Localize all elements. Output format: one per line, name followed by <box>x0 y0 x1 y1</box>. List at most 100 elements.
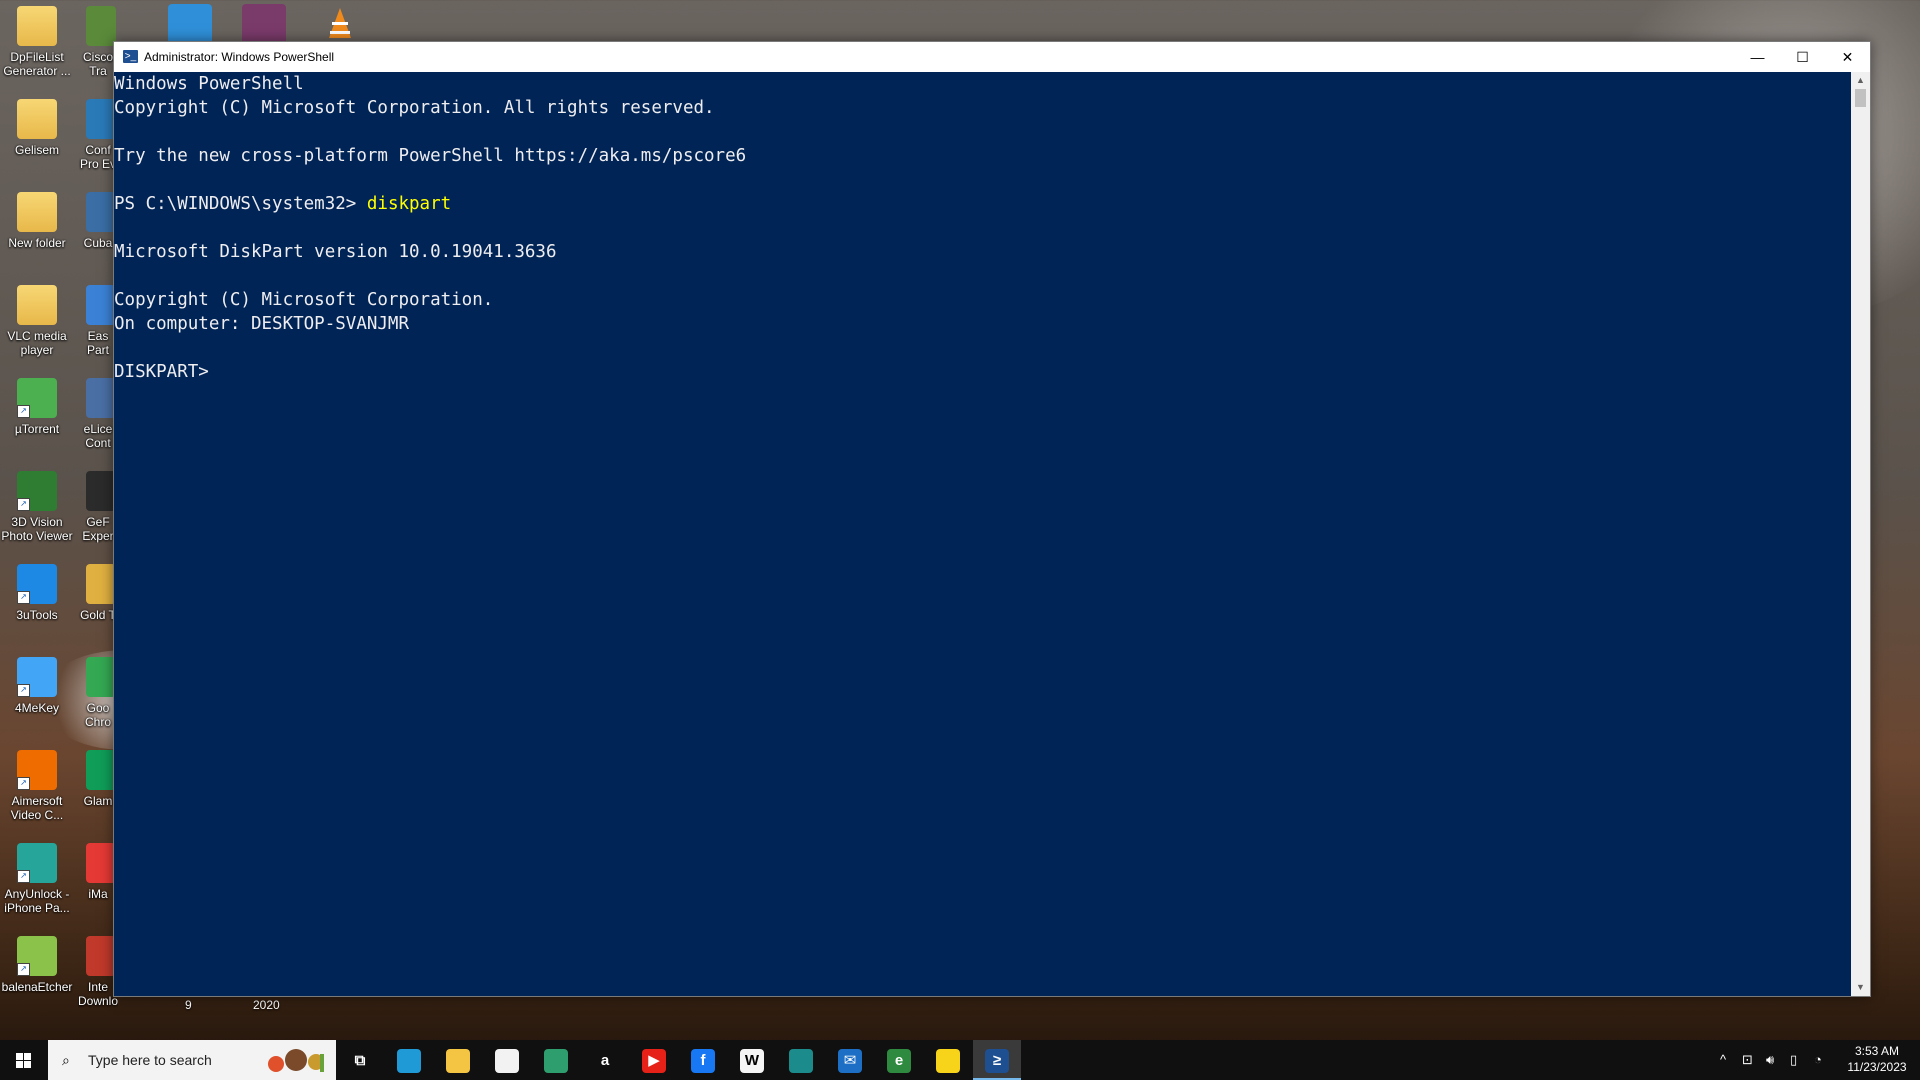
desktop-icon-partial[interactable]: Cuba <box>78 186 118 250</box>
title-bar[interactable]: >_ Administrator: Windows PowerShell — ☐… <box>114 42 1870 72</box>
desktop-icon-label: iMa <box>88 887 108 901</box>
amazon-app[interactable]: a <box>581 1040 629 1080</box>
console-text: Windows PowerShell <box>114 74 304 94</box>
mail-icon: ✉ <box>838 1049 862 1074</box>
wifi-icon[interactable]: ◔ <box>1814 1052 1822 1067</box>
desktop-icon[interactable]: ↗ µTorrent <box>0 372 74 436</box>
sticky-notes-icon <box>936 1049 960 1074</box>
task-view-button[interactable]: ⧉ <box>336 1040 384 1080</box>
console-line: PS C:\WINDOWS\system32> diskpart <box>114 192 1851 216</box>
search-box[interactable]: ⌕ Type here to search <box>48 1040 336 1080</box>
desktop-icon-label: Aimersoft Video C... <box>10 794 64 822</box>
desktop-icon-partial[interactable]: Inte Downlo... <box>78 930 118 1008</box>
network-icon[interactable]: ⊡ <box>1742 1052 1753 1068</box>
desktop-icon-label: Gelisem <box>14 143 59 157</box>
desktop-icon-partial[interactable]: iMa <box>78 837 118 901</box>
desktop-icon-label: VLC media player <box>7 329 67 357</box>
desktop-icon-partial[interactable]: GeF Exper <box>78 465 118 543</box>
desktop-icon-label: 3uTools <box>16 608 58 622</box>
desktop-icon-label: DpFileList Generator ... <box>3 50 71 78</box>
powershell-icon: ≥ <box>985 1049 1009 1074</box>
start-button[interactable] <box>0 1040 48 1080</box>
youtube-app[interactable]: ▶ <box>630 1040 678 1080</box>
desktop-icon-label: Goo Chro <box>84 701 111 729</box>
minimize-button[interactable]: — <box>1735 42 1780 72</box>
volume-icon[interactable]: 🔊︎ <box>1766 1052 1774 1068</box>
vlc-top-icon[interactable] <box>320 4 360 44</box>
shortcut-arrow-icon: ↗ <box>17 870 30 883</box>
edge-beta-app[interactable] <box>777 1040 825 1080</box>
mail-app[interactable]: ✉ <box>826 1040 874 1080</box>
facebook-app[interactable]: f <box>679 1040 727 1080</box>
powershell-window[interactable]: >_ Administrator: Windows PowerShell — ☐… <box>113 41 1871 997</box>
wikipedia-icon: W <box>740 1049 764 1074</box>
windows-logo-icon <box>16 1053 32 1068</box>
desktop-icon[interactable]: Gelisem <box>0 93 74 157</box>
desktop-icon-label: GeF Exper <box>82 515 114 543</box>
desktop-icon[interactable]: ↗ 4MeKey <box>0 651 74 715</box>
desktop-app-icon <box>86 843 116 883</box>
desktop-icon-label: AnyUnlock - iPhone Pa... <box>4 887 70 915</box>
edge-dev-app[interactable] <box>532 1040 580 1080</box>
desktop-icon[interactable]: DpFileList Generator ... <box>0 0 74 78</box>
desktop-icon-partial[interactable]: Glam <box>78 744 118 808</box>
desktop-icon-partial[interactable]: Cisco Tra <box>78 0 118 78</box>
desktop-icon[interactable]: New folder <box>0 186 74 250</box>
scroll-thumb[interactable] <box>1855 89 1866 107</box>
powershell-app[interactable]: ≥ <box>973 1040 1021 1080</box>
search-highlight-icon <box>262 1046 330 1074</box>
desktop-icon-label: Cisco Tra <box>82 50 113 78</box>
desktop-app-icon <box>86 285 116 325</box>
facebook-icon: f <box>691 1049 715 1074</box>
vertical-scrollbar[interactable]: ▲ ▼ <box>1851 72 1870 996</box>
desktop-app-icon <box>86 657 116 697</box>
battery-icon[interactable]: ▯ <box>1790 1052 1797 1068</box>
file-explorer-app[interactable] <box>434 1040 482 1080</box>
sticky-notes-app[interactable] <box>924 1040 972 1080</box>
ie-app[interactable]: e <box>875 1040 923 1080</box>
shortcut-arrow-icon: ↗ <box>17 684 30 697</box>
desktop-icon[interactable]: ↗ balenaEtcher <box>0 930 74 994</box>
desktop-top-icon-1[interactable] <box>168 4 212 44</box>
desktop-icon-label: Cuba <box>83 236 113 250</box>
desktop-icon-partial[interactable]: eLice Cont <box>78 372 118 450</box>
desktop-icon[interactable]: ↗ 3uTools <box>0 558 74 622</box>
ie-icon: e <box>887 1049 911 1074</box>
desktop-icon[interactable]: ↗ 3D Vision Photo Viewer <box>0 465 74 543</box>
desktop-icon[interactable]: ↗ Aimersoft Video C... <box>0 744 74 822</box>
desktop-app-icon <box>86 6 116 46</box>
console-text: Try the new cross-platform PowerShell ht… <box>114 146 747 166</box>
store-app[interactable] <box>483 1040 531 1080</box>
console-line: On computer: DESKTOP-SVANJMR <box>114 312 1851 336</box>
console-output[interactable]: Windows PowerShell Copyright (C) Microsof… <box>114 72 1851 996</box>
youtube-icon: ▶ <box>642 1049 666 1074</box>
window-title: Administrator: Windows PowerShell <box>144 50 335 64</box>
console-line: Try the new cross-platform PowerShell ht… <box>114 144 1851 168</box>
desktop-top-icon-2[interactable] <box>242 4 286 44</box>
desktop-icon[interactable]: VLC media player <box>0 279 74 357</box>
shortcut-arrow-icon: ↗ <box>17 963 30 976</box>
edge-app[interactable] <box>385 1040 433 1080</box>
console-text: Microsoft DiskPart version 10.0.19041.36… <box>114 242 557 262</box>
desktop-app-icon <box>86 99 116 139</box>
shortcut-arrow-icon: ↗ <box>17 498 30 511</box>
scroll-down-arrow-icon[interactable]: ▼ <box>1851 979 1870 996</box>
desktop-icon-partial[interactable]: Gold T <box>78 558 118 622</box>
desktop-icon-partial[interactable]: Conf Pro Ev <box>78 93 118 171</box>
wikipedia-app[interactable]: W <box>728 1040 776 1080</box>
close-button[interactable]: ✕ <box>1825 42 1870 72</box>
desktop-icon[interactable]: ↗ AnyUnlock - iPhone Pa... <box>0 837 74 915</box>
file-explorer-icon <box>446 1049 470 1074</box>
desktop-icon-partial[interactable]: Goo Chro <box>78 651 118 729</box>
desktop-app-icon <box>17 192 57 232</box>
scroll-up-arrow-icon[interactable]: ▲ <box>1851 72 1870 89</box>
desktop-icon-partial[interactable]: Eas Part <box>78 279 118 357</box>
maximize-button[interactable]: ☐ <box>1780 42 1825 72</box>
show-hidden-icons-icon[interactable]: ^ <box>1720 1052 1726 1067</box>
console-line: Copyright (C) Microsoft Corporation. All… <box>114 96 1851 120</box>
clock[interactable]: 3:53 AM 11/23/2023 <box>1842 1043 1912 1075</box>
desktop-bottom-label-2: 2020 <box>253 998 280 1012</box>
search-icon: ⌕ <box>62 1052 70 1068</box>
